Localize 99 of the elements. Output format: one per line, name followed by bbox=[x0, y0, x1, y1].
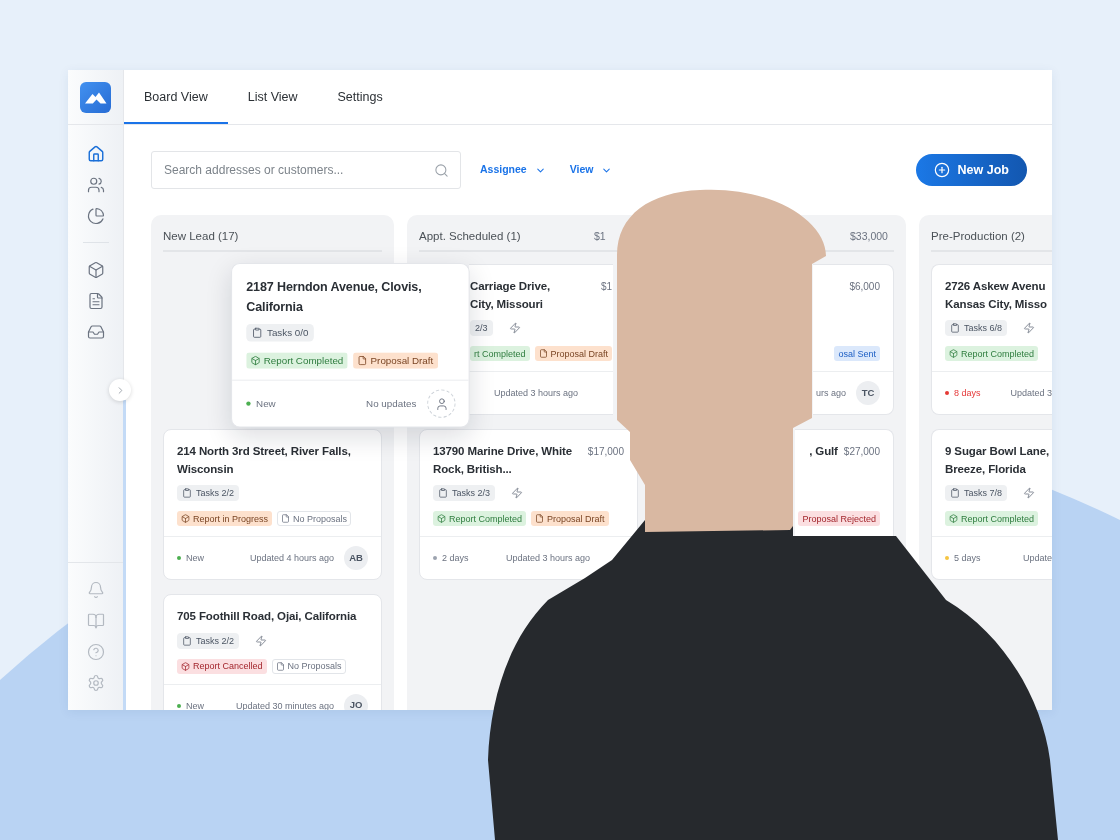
job-card[interactable]: Carriage Drive, City, Missouri $1 2/3 rt Completed Proposal Draft Updated 3 hours ago bbox=[469, 264, 614, 415]
pie-chart-icon[interactable] bbox=[86, 207, 105, 225]
cube-icon bbox=[250, 355, 261, 366]
tag-label: Report in Progress bbox=[193, 513, 269, 524]
status-label: 5 days bbox=[954, 553, 981, 563]
tag-label: Report Completed bbox=[961, 348, 1035, 359]
updated-time: Updated 4 hours ago bbox=[249, 553, 334, 563]
tag-label: Proposal Draft bbox=[550, 348, 609, 359]
tag-label: Proposal Draft bbox=[370, 355, 434, 366]
job-address: 705 Foothill Road, Ojai, California bbox=[177, 609, 358, 624]
job-card[interactable]: , Gulf $27,000 Proposal Rejected bbox=[795, 429, 894, 536]
job-price: $6,000 bbox=[849, 280, 880, 294]
tasks-label: Tasks 2/3 bbox=[452, 488, 491, 498]
inbox-icon[interactable] bbox=[86, 323, 105, 341]
column-title: Pre-Production (2) bbox=[931, 229, 1025, 244]
updated-time: Updated 3 hours ago bbox=[505, 553, 590, 563]
cube-icon bbox=[181, 661, 190, 671]
column-total: $1 bbox=[594, 229, 607, 244]
clipboard-icon bbox=[950, 488, 960, 498]
filter-dropdown[interactable]: Assignee bbox=[480, 162, 546, 178]
job-card[interactable]: 2726 Askew Avenu Kansas City, Misso Tasks 6/8 Report Completed 8 days Updated 3 bbox=[931, 264, 1052, 415]
column-title: Appt. Scheduled (1) bbox=[419, 229, 521, 244]
status-label: 8 days bbox=[954, 388, 981, 398]
view-tab[interactable]: Board View bbox=[124, 70, 228, 124]
cube-icon[interactable] bbox=[86, 261, 105, 279]
tag-label: Report Completed bbox=[961, 513, 1035, 524]
clipboard-icon bbox=[182, 635, 192, 646]
status-label: 2 days bbox=[442, 553, 469, 563]
tag-label: rt Completed bbox=[474, 348, 526, 359]
document-icon[interactable] bbox=[86, 292, 105, 310]
updated-time: Updated 3 hours ago bbox=[494, 388, 579, 398]
job-card[interactable]: $6,000 osal Sent urs ago TC bbox=[812, 264, 894, 415]
view-tab[interactable]: Settings bbox=[317, 70, 403, 124]
users-icon[interactable] bbox=[86, 176, 105, 194]
assignee-avatar[interactable]: AB bbox=[344, 546, 368, 570]
logo-icon[interactable] bbox=[80, 81, 111, 113]
tasks-label: Tasks 2/2 bbox=[196, 635, 235, 646]
job-card[interactable]: 214 North 3rd Street, River Falls, Wisconsin Tasks 2/2 Report in Progress No Proposals New Updated 4 hours ago AB bbox=[163, 429, 382, 580]
job-price: $1 bbox=[600, 280, 613, 294]
job-card[interactable]: 13790 Marine Drive, White Rock, British... $17,000 Tasks 2/3 Report Completed Proposal Draft 2 days Updated 3 hours ago bbox=[419, 429, 638, 580]
tasks-label: Tasks 0/0 bbox=[266, 327, 309, 339]
tasks-label: Tasks 7/8 bbox=[964, 488, 1003, 498]
search-field[interactable]: Search addresses or customers... bbox=[151, 151, 461, 189]
clipboard-icon bbox=[950, 323, 960, 333]
job-address: 214 North 3rd Street, River Falls, Wisconsin bbox=[177, 444, 352, 477]
tasks-label: Tasks 2/2 bbox=[196, 488, 235, 498]
tag-label: No Proposals bbox=[287, 661, 342, 671]
cube-icon bbox=[181, 514, 190, 523]
column-total: $33,000 bbox=[850, 229, 889, 244]
job-card[interactable]: 9 Sugar Bowl Lane, Breeze, Florida Tasks 7/8 Report Completed 5 days Update bbox=[931, 429, 1052, 580]
updated-time: Update bbox=[1022, 553, 1052, 563]
updated-time: Updated 30 minutes ago bbox=[235, 700, 334, 710]
updated-time: urs ago bbox=[815, 388, 846, 398]
assignee-avatar[interactable]: JO bbox=[344, 693, 368, 710]
status-label: New bbox=[256, 398, 276, 410]
document-icon bbox=[538, 349, 548, 358]
assignee-avatar[interactable]: TC bbox=[856, 381, 880, 405]
user-icon bbox=[434, 396, 449, 411]
updated-time: No updates bbox=[366, 398, 417, 410]
job-address: 9 Sugar Bowl Lane, Breeze, Florida bbox=[945, 444, 1050, 477]
tasks-label: Tasks 6/8 bbox=[964, 323, 1003, 333]
job-address: , Gulf bbox=[808, 444, 838, 459]
filter-dropdown[interactable]: View bbox=[569, 162, 613, 178]
dragged-job-card[interactable]: 2187 Herndon Avenue, Clovis, California Tasks 0/0 Report Completed Proposal Draft New No updates bbox=[231, 263, 470, 428]
job-address: Carriage Drive, City, Missouri bbox=[470, 279, 552, 312]
job-card[interactable]: 705 Foothill Road, Ojai, California Tasks 2/2 Report Cancelled No Proposals New Updated 30 minutes ago JO bbox=[163, 594, 382, 710]
clipboard-icon bbox=[438, 488, 448, 498]
column-title: New Lead (17) bbox=[163, 229, 239, 244]
tag-label: Report Cancelled bbox=[193, 661, 263, 671]
document-icon bbox=[535, 514, 545, 523]
resize-handle[interactable] bbox=[123, 400, 126, 710]
plus-circle-icon bbox=[933, 162, 950, 178]
clipboard-icon bbox=[182, 488, 192, 498]
cube-icon bbox=[949, 514, 958, 523]
tag-label: osal Sent bbox=[838, 348, 876, 359]
tag-label: Proposal Rejected bbox=[802, 513, 876, 524]
job-price: $27,000 bbox=[843, 445, 880, 459]
home-icon[interactable] bbox=[86, 145, 105, 163]
tag-label: Proposal Draft bbox=[547, 513, 605, 524]
new-job-button[interactable]: New Job bbox=[915, 154, 1027, 186]
document-icon bbox=[281, 514, 291, 523]
clipboard-icon bbox=[251, 327, 263, 339]
tasks-label: 2/3 bbox=[475, 323, 488, 333]
cube-icon bbox=[437, 514, 446, 523]
status-label: New bbox=[186, 700, 204, 710]
job-address: 13790 Marine Drive, White Rock, British... bbox=[433, 444, 574, 477]
tag-label: Report Completed bbox=[449, 513, 523, 524]
status-label: New bbox=[186, 553, 204, 563]
search-icon bbox=[434, 162, 449, 178]
cube-icon bbox=[949, 349, 958, 358]
tag-label: Report Completed bbox=[263, 355, 344, 366]
updated-time: Updated 3 bbox=[1010, 388, 1052, 398]
document-icon bbox=[357, 355, 368, 366]
job-address: 2726 Askew Avenu Kansas City, Misso bbox=[945, 279, 1048, 312]
job-address: 2187 Herndon Avenue, Clovis, California bbox=[246, 279, 423, 315]
view-tab[interactable]: List View bbox=[227, 70, 318, 124]
job-price: $17,000 bbox=[587, 445, 624, 459]
tag-label: No Proposals bbox=[293, 513, 348, 524]
document-icon bbox=[275, 661, 285, 671]
